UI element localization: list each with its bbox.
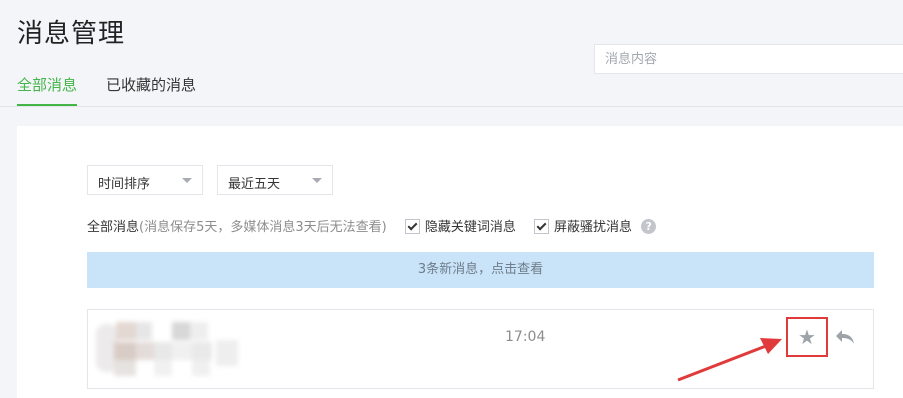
range-select-label: 最近五天 [228, 177, 281, 192]
range-select[interactable]: 最近五天 [217, 165, 333, 195]
page-title: 消息管理 [17, 19, 126, 49]
sort-select-label: 时间排序 [98, 177, 151, 192]
block-spam-checkbox[interactable] [534, 219, 549, 234]
tab-all-messages[interactable]: 全部消息 [17, 74, 78, 106]
tab-bar: 全部消息 已收藏的消息 [0, 70, 903, 107]
message-item: 17:04 ★ [87, 309, 874, 389]
all-messages-label: 全部消息 [87, 220, 140, 235]
message-panel: 时间排序 最近五天 全部消息(消息保存5天，多媒体消息3天后无法查看) 隐藏关键… [17, 126, 903, 398]
new-messages-banner[interactable]: 3条新消息，点击查看 [87, 252, 874, 288]
star-icon: ★ [798, 325, 816, 349]
tab-starred-messages[interactable]: 已收藏的消息 [106, 74, 196, 104]
sort-select[interactable]: 时间排序 [87, 165, 203, 195]
message-time: 17:04 [505, 329, 546, 345]
chevron-down-icon [182, 178, 192, 183]
block-spam-label[interactable]: 屏蔽骚扰消息 [554, 220, 632, 235]
star-button[interactable]: ★ [786, 317, 828, 357]
question-circle-icon[interactable]: ? [641, 219, 657, 234]
chevron-down-icon [312, 178, 322, 183]
retention-note: (消息保存5天，多媒体消息3天后无法查看) [139, 220, 387, 235]
message-management-page: 消息管理 全部消息 已收藏的消息 时间排序 最近五天 全部消息(消息保存5天，多… [0, 0, 903, 398]
reply-icon[interactable] [834, 328, 856, 346]
filter-options: 全部消息(消息保存5天，多媒体消息3天后无法查看) 隐藏关键词消息 屏蔽骚扰消息… [87, 216, 657, 236]
hide-keyword-label[interactable]: 隐藏关键词消息 [425, 220, 516, 235]
blurred-sender-info [96, 322, 248, 378]
hide-keyword-checkbox[interactable] [404, 219, 420, 234]
search-input[interactable] [595, 45, 903, 73]
